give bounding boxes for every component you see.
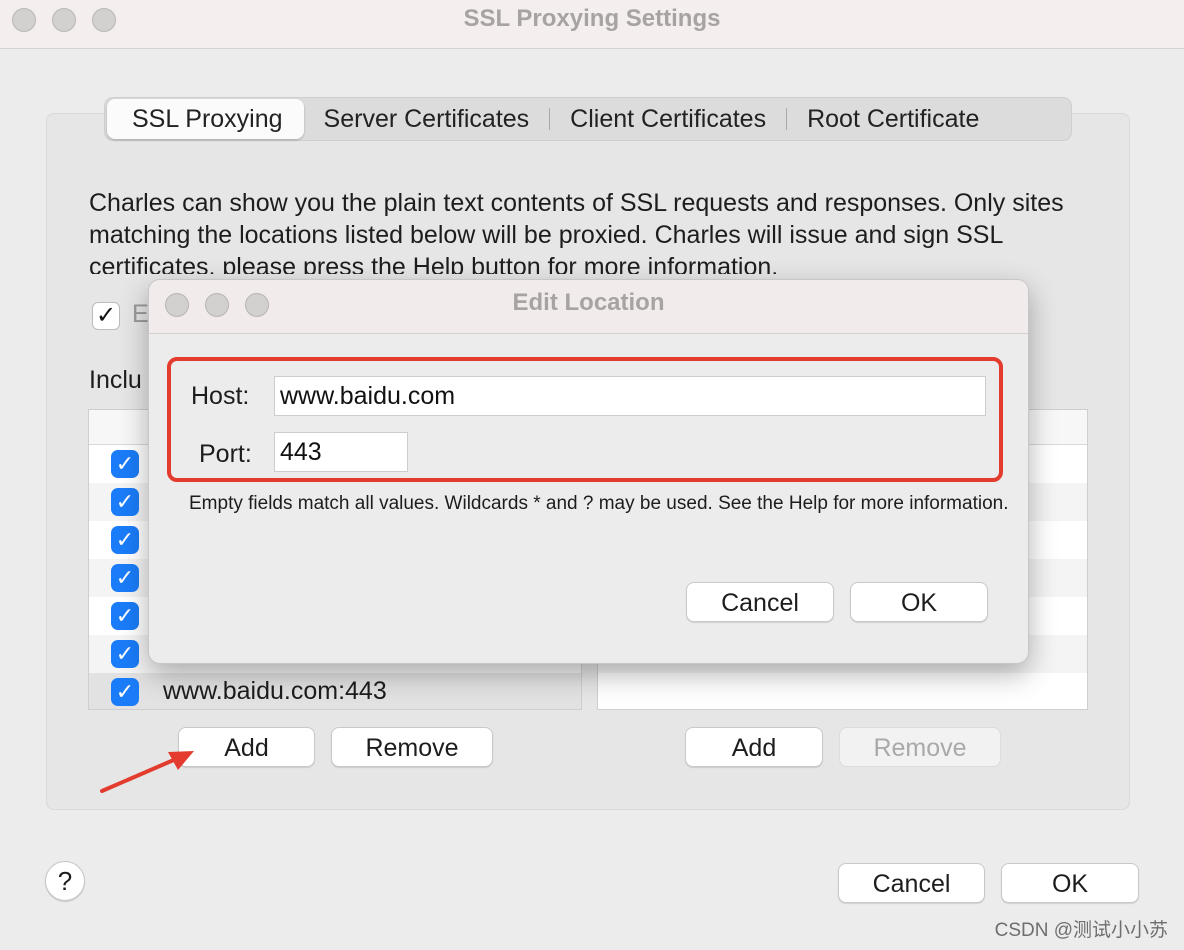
edit-location-dialog: Edit Location Host: www.baidu.com Port: … bbox=[148, 279, 1029, 664]
window-titlebar: SSL Proxying Settings bbox=[0, 0, 1184, 49]
exclude-remove-button[interactable]: Remove bbox=[839, 727, 1001, 767]
enable-ssl-proxying-label: E bbox=[132, 300, 149, 328]
cancel-button[interactable]: Cancel bbox=[838, 863, 985, 903]
watermark: CSDN @测试小小苏 bbox=[994, 920, 1168, 941]
row-enabled-checkbox[interactable]: ✓ bbox=[111, 450, 139, 478]
tab-server-certificates[interactable]: Server Certificates bbox=[304, 99, 550, 139]
check-icon: ✓ bbox=[115, 527, 135, 552]
check-icon: ✓ bbox=[115, 565, 135, 590]
check-icon: ✓ bbox=[115, 641, 135, 666]
table-row[interactable]: ✓ www.baidu.com:443 bbox=[89, 673, 581, 709]
row-enabled-checkbox[interactable]: ✓ bbox=[111, 488, 139, 516]
exclude-add-button[interactable]: Add bbox=[685, 727, 823, 767]
row-enabled-checkbox[interactable]: ✓ bbox=[111, 564, 139, 592]
window-title: SSL Proxying Settings bbox=[463, 5, 721, 32]
tab-client-certificates[interactable]: Client Certificates bbox=[550, 99, 786, 139]
host-field[interactable]: www.baidu.com bbox=[274, 376, 986, 416]
port-field[interactable]: 443 bbox=[274, 432, 408, 472]
ssl-description: Charles can show you the plain text cont… bbox=[89, 189, 1064, 274]
row-location: www.baidu.com:443 bbox=[163, 677, 387, 705]
check-icon: ✓ bbox=[115, 451, 135, 476]
tab-bar: SSL Proxying Server Certificates Client … bbox=[104, 97, 1072, 141]
ok-button[interactable]: OK bbox=[1001, 863, 1139, 903]
row-enabled-checkbox[interactable]: ✓ bbox=[111, 526, 139, 554]
include-label: Inclu bbox=[89, 366, 142, 394]
check-icon: ✓ bbox=[115, 603, 135, 628]
include-remove-button[interactable]: Remove bbox=[331, 727, 493, 767]
enable-ssl-proxying-checkbox[interactable]: ✓ bbox=[92, 302, 120, 330]
row-enabled-checkbox[interactable]: ✓ bbox=[111, 602, 139, 630]
port-label: Port: bbox=[199, 440, 252, 468]
dialog-cancel-button[interactable]: Cancel bbox=[686, 582, 834, 622]
dialog-titlebar: Edit Location bbox=[149, 280, 1028, 334]
dialog-hint: Empty fields match all values. Wildcards… bbox=[189, 493, 1009, 514]
dialog-title: Edit Location bbox=[512, 289, 665, 316]
dialog-ok-button[interactable]: OK bbox=[850, 582, 988, 622]
help-button[interactable]: ? bbox=[45, 861, 85, 901]
check-icon: ✓ bbox=[115, 489, 135, 514]
check-icon: ✓ bbox=[115, 679, 135, 704]
row-enabled-checkbox[interactable]: ✓ bbox=[111, 640, 139, 668]
tab-root-certificate[interactable]: Root Certificate bbox=[787, 99, 999, 139]
table-row bbox=[598, 673, 1087, 709]
red-arrow-icon bbox=[100, 751, 194, 793]
check-icon: ✓ bbox=[95, 302, 117, 329]
tab-ssl-proxying[interactable]: SSL Proxying bbox=[107, 99, 304, 139]
row-enabled-checkbox[interactable]: ✓ bbox=[111, 678, 139, 706]
host-label: Host: bbox=[191, 382, 250, 410]
